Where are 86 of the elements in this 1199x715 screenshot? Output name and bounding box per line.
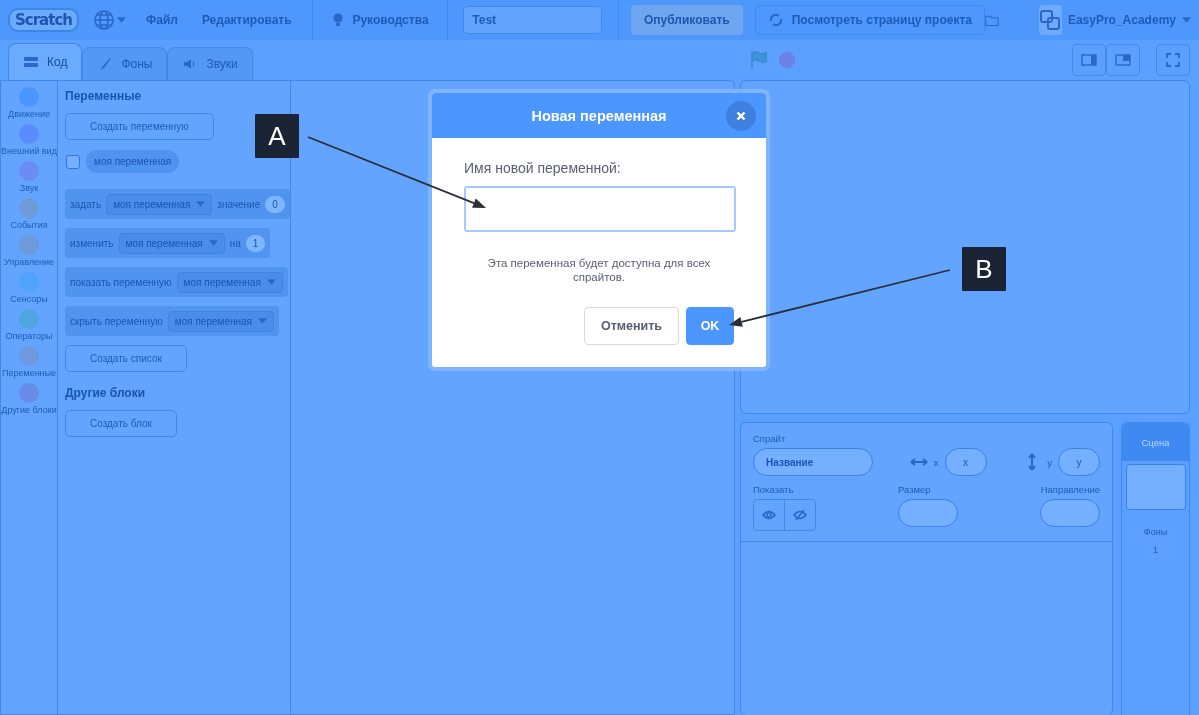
category-label[interactable]: Движение (1, 109, 57, 119)
category-label[interactable]: Другие блоки (1, 405, 57, 415)
category-label[interactable]: Внешний вид (1, 146, 57, 156)
avatar[interactable] (1038, 5, 1062, 35)
field-label: Имя новой переменной: (464, 160, 622, 176)
large-stage-icon[interactable] (1115, 52, 1131, 68)
block-label: задать (70, 198, 102, 210)
category-dot[interactable] (19, 198, 39, 218)
show-variable-checkbox[interactable] (66, 154, 80, 169)
dialog-note: Эта переменная будет доступна для всех спрайтов. (486, 256, 712, 284)
caret-icon (257, 318, 267, 324)
caret-icon (1182, 17, 1191, 23)
editor-tab[interactable]: Звуки (167, 47, 253, 80)
username-menu[interactable]: EasyPro_Academy (1067, 13, 1191, 27)
close-icon (736, 111, 746, 121)
block-label: показать переменную (70, 276, 172, 288)
category-dot[interactable] (19, 383, 39, 403)
flag-icon[interactable] (750, 51, 768, 69)
editor-tab[interactable]: Код (8, 43, 83, 80)
stop-icon[interactable] (778, 51, 796, 69)
code-blocks-icon (23, 54, 39, 70)
callout-label: B (962, 247, 1006, 291)
make-list-button[interactable]: Создать список (65, 345, 187, 372)
axis-label: x (933, 456, 939, 468)
globe-icon[interactable] (92, 9, 115, 31)
category-dot[interactable] (19, 346, 39, 366)
section-heading: Переменные (65, 89, 142, 103)
axis-label: y (1047, 456, 1052, 468)
dialog-title: Новая переменная (531, 107, 667, 124)
variable-name-field[interactable] (464, 186, 736, 232)
category-label[interactable]: Операторы (1, 331, 57, 341)
refresh-icon (767, 13, 784, 27)
category-dot[interactable] (19, 87, 39, 107)
backdrops-label: Фоны (1143, 527, 1168, 537)
backdrop-count: 1 (1153, 545, 1158, 555)
make-block-button[interactable]: Создать блок (65, 410, 177, 437)
category-label[interactable]: Сенсоры (1, 294, 57, 304)
project-title-field[interactable]: Test (463, 6, 603, 34)
section-heading: Другие блоки (65, 386, 146, 400)
cancel-button[interactable]: Отменить (583, 307, 679, 345)
x-field[interactable]: x (944, 448, 987, 476)
editor-tab[interactable]: Фоны (82, 47, 168, 80)
category-label[interactable]: Управление (1, 257, 57, 267)
field-label: Размер (898, 484, 932, 495)
make-variable-button[interactable]: Создать переменную (65, 113, 214, 140)
direction-field[interactable] (1040, 499, 1100, 527)
category-label[interactable]: Звук (1, 183, 57, 193)
field-label: Спрайт (753, 433, 787, 444)
category-label[interactable]: Переменные (1, 368, 57, 378)
y-field[interactable]: y (1058, 448, 1100, 476)
block-label: на (229, 237, 241, 249)
caret-icon (196, 201, 206, 207)
caret-icon (266, 279, 276, 285)
category-label[interactable]: События (1, 220, 57, 230)
block-input[interactable]: 0 (265, 195, 285, 213)
menu-item[interactable]: Редактировать (189, 13, 304, 27)
field-label: Показать (753, 484, 795, 495)
fullscreen-icon[interactable] (1166, 53, 1180, 67)
crossed-eye-icon (793, 509, 807, 521)
callout-label: A (255, 114, 299, 158)
tutorials-link[interactable]: Руководства (320, 11, 439, 29)
caret-icon (116, 17, 126, 23)
project-page-button[interactable]: Посмотреть страницу проекта (754, 5, 985, 35)
sprite-name-field[interactable]: Название (753, 448, 873, 476)
block-label: изменить (70, 237, 114, 249)
category-dot[interactable] (19, 235, 39, 255)
small-stage-icon[interactable] (1081, 52, 1097, 68)
category-dot[interactable] (19, 309, 39, 329)
close-button[interactable] (726, 101, 756, 131)
block-label: значение (217, 198, 261, 210)
ok-button[interactable]: OK (686, 307, 734, 345)
caret-icon (208, 240, 218, 246)
menu-item[interactable]: Файл (133, 13, 190, 27)
linked-squares-icon (1039, 9, 1062, 31)
variable-reporter-block[interactable]: моя переменная (86, 150, 180, 173)
category-dot[interactable] (19, 161, 39, 181)
category-dot[interactable] (19, 124, 39, 144)
block-input[interactable]: 1 (245, 234, 266, 252)
eye-icon (762, 510, 776, 520)
field-label: Направление (1040, 484, 1100, 495)
stage-tab[interactable]: Сцена (1122, 423, 1189, 461)
size-field[interactable] (898, 499, 958, 527)
scratch-logo[interactable]: Scratch (8, 8, 79, 32)
block-label: скрыть переменную (70, 315, 163, 327)
backdrop-thumbnail[interactable] (1125, 464, 1186, 510)
share-button[interactable]: Опубликовать (631, 5, 743, 35)
